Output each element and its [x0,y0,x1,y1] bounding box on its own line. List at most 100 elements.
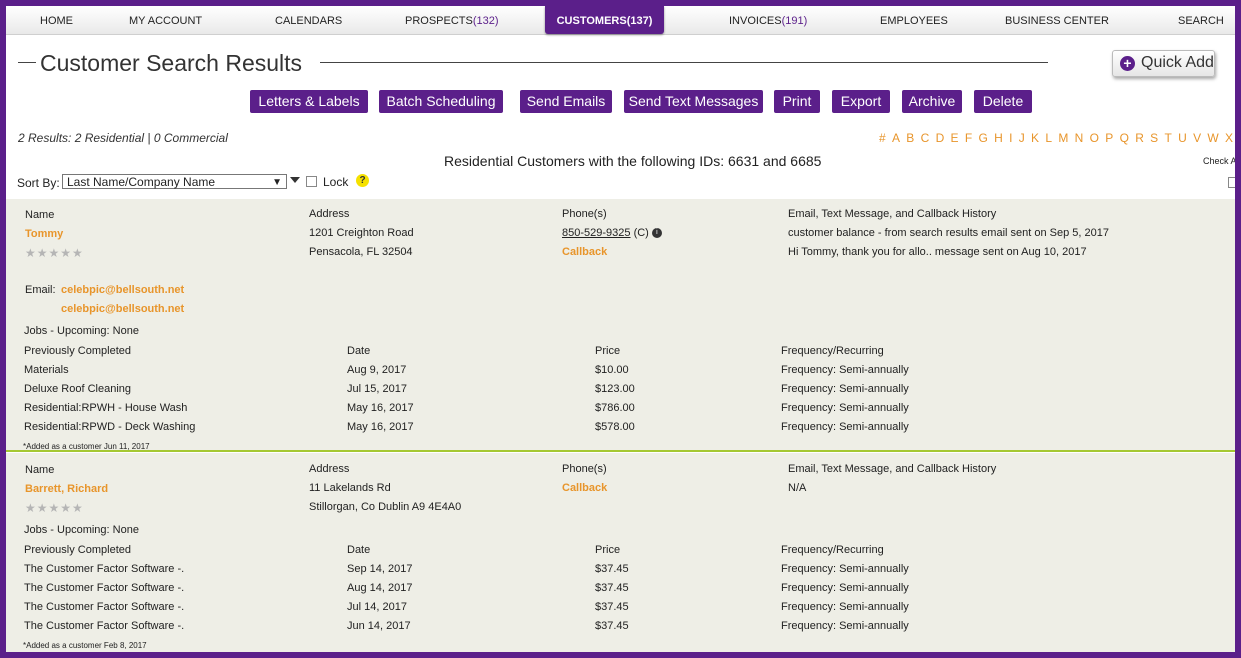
jobs-upcoming-value: None [112,325,139,337]
prev-completed-header: Previously Completed [24,544,131,556]
prev-completed-header: Previously Completed [24,345,131,357]
alpha-link[interactable]: M [1058,131,1068,145]
job-name: Deluxe Roof Cleaning [24,383,132,395]
results-summary: 2 Results: 2 Residential | 0 Commercial [18,131,228,145]
chevron-down-icon: ▼ [272,177,282,188]
alpha-link[interactable]: H [994,131,1003,145]
job-name: The Customer Factor Software -. [24,601,185,613]
rating-stars[interactable]: ★★★★★ [25,501,84,515]
nav-employees[interactable]: EMPLOYEES [880,6,948,34]
price-header: Price [595,544,621,556]
alpha-link[interactable]: L [1045,131,1052,145]
alpha-link[interactable]: Q [1120,131,1129,145]
job-date: May 16, 2017 [347,421,414,433]
job-frequency: Frequency: Semi-annually [781,563,909,575]
job-date: Aug 14, 2017 [347,582,413,594]
alpha-link[interactable]: J [1019,131,1025,145]
sort-select-value: Last Name/Company Name [67,175,216,189]
sort-select[interactable]: Last Name/Company Name ▼ [62,174,287,189]
alpha-link[interactable]: G [979,131,988,145]
alpha-link[interactable]: U [1178,131,1187,145]
nav-business-center[interactable]: BUSINESS CENTER [1005,6,1109,34]
job-frequency: Frequency: Semi-annually [781,421,909,433]
archive-button[interactable]: Archive [902,90,962,113]
alpha-link[interactable]: R [1135,131,1144,145]
phones-header: Phone(s) [562,463,607,475]
alpha-link[interactable]: F [965,131,972,145]
alpha-link[interactable]: T [1164,131,1171,145]
jobs-upcoming-label: Jobs - Upcoming: [24,524,110,536]
letters-labels-button[interactable]: Letters & Labels [250,90,368,113]
job-frequency: Frequency: Semi-annually [781,582,909,594]
email-link[interactable]: celebpic@bellsouth.net [61,284,184,296]
alpha-link[interactable]: X [1225,131,1233,145]
job-price: $37.45 [595,563,629,575]
delete-button[interactable]: Delete [974,90,1032,113]
results-heading: Residential Customers with the following… [444,153,822,169]
info-icon[interactable]: i [651,228,662,239]
job-name: The Customer Factor Software -. [24,582,185,594]
jobs-upcoming: Jobs - Upcoming: None [24,325,139,337]
plus-circle-icon: + [1120,56,1135,71]
alpha-link[interactable]: I [1009,131,1012,145]
alpha-link[interactable]: S [1150,131,1158,145]
alpha-link[interactable]: C [921,131,930,145]
address-header: Address [309,208,350,220]
job-date: Sep 14, 2017 [347,563,413,575]
nav-invoices-label: INVOICES [729,15,782,27]
job-price: $578.00 [595,421,635,433]
nav-prospects[interactable]: PROSPECTS(132) [405,6,499,34]
batch-scheduling-button[interactable]: Batch Scheduling [379,90,503,113]
sort-direction-icon[interactable] [290,177,300,183]
job-name: The Customer Factor Software -. [24,620,185,632]
callback-link[interactable]: Callback [562,246,607,258]
send-emails-button[interactable]: Send Emails [520,90,612,113]
check-all-checkbox[interactable] [1228,177,1235,188]
nav-calendars[interactable]: CALENDARS [275,6,342,34]
date-header: Date [347,345,371,357]
nav-prospects-count: (132) [472,15,499,27]
alpha-link[interactable]: P [1105,131,1113,145]
help-icon[interactable]: ? [356,174,369,187]
price-header: Price [595,345,621,357]
nav-search[interactable]: SEARCH [1178,6,1224,34]
job-frequency: Frequency: Semi-annually [781,601,909,613]
job-price: $786.00 [595,402,635,414]
alpha-link[interactable]: W [1207,131,1218,145]
alpha-link[interactable]: E [951,131,959,145]
customer-name-link[interactable]: Barrett, Richard [25,483,108,495]
main-nav: HOME MY ACCOUNT CALENDARS PROSPECTS(132)… [6,6,1235,35]
alpha-link[interactable]: B [906,131,914,145]
quick-add-button[interactable]: + Quick Add [1112,50,1215,77]
print-button[interactable]: Print [774,90,820,113]
job-date: Jul 15, 2017 [347,383,407,395]
nav-my-account[interactable]: MY ACCOUNT [129,6,202,34]
send-text-messages-button[interactable]: Send Text Messages [624,90,763,113]
nav-invoices[interactable]: INVOICES(191) [729,6,807,34]
alpha-link[interactable]: A [892,131,900,145]
alpha-link[interactable]: D [936,131,945,145]
alpha-link[interactable]: O [1090,131,1099,145]
lock-checkbox[interactable] [306,176,317,187]
export-button[interactable]: Export [832,90,890,113]
nav-customers[interactable]: CUSTOMERS(137) [545,6,664,34]
alpha-link[interactable]: N [1075,131,1084,145]
alpha-link[interactable]: V [1193,131,1201,145]
address-line2: Stillorgan, Co Dublin A9 4E4A0 [309,501,462,513]
jobs-upcoming: Jobs - Upcoming: None [24,524,139,536]
job-name: Residential:RPWH - House Wash [24,402,188,414]
job-price: $123.00 [595,383,635,395]
email-link[interactable]: celebpic@bellsouth.net [61,303,184,315]
callback-link[interactable]: Callback [562,482,607,494]
nav-home[interactable]: HOME [40,6,73,34]
customer-name-link[interactable]: Tommy [25,228,63,240]
job-name: Materials [24,364,69,376]
phone-link[interactable]: 850-529-9325 [562,227,631,239]
nav-prospects-label: PROSPECTS [405,15,473,27]
phones-header: Phone(s) [562,208,607,220]
job-frequency: Frequency: Semi-annually [781,620,909,632]
email-label: Email: [25,284,56,296]
rating-stars[interactable]: ★★★★★ [25,246,84,260]
alpha-link[interactable]: # [879,131,886,145]
alpha-link[interactable]: K [1031,131,1039,145]
